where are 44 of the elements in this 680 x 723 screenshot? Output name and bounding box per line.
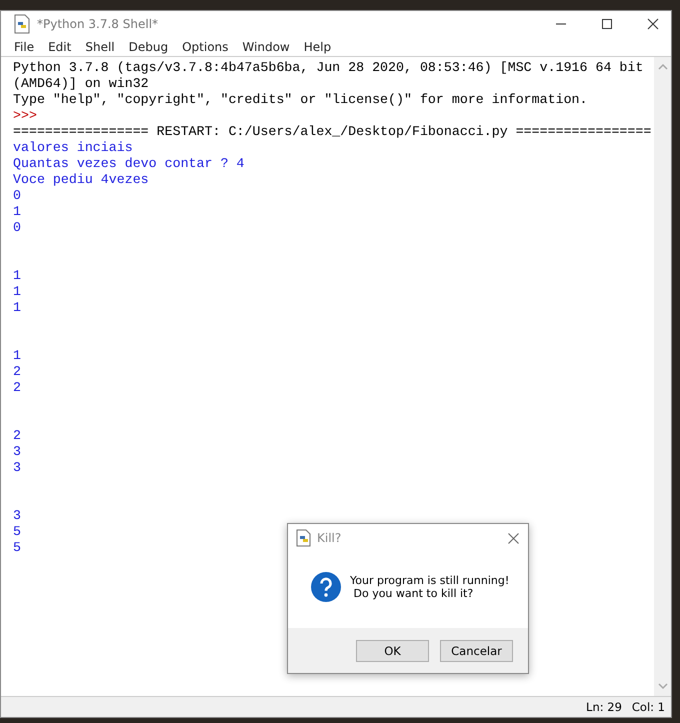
dialog-title: Kill? xyxy=(317,531,342,545)
dialog-message: Your program is still running! xyxy=(350,574,510,587)
shell-line: 1 xyxy=(13,284,21,299)
window-title: *Python 3.7.8 Shell* xyxy=(37,17,158,31)
shell-line: Quantas vezes devo contar ? 4 xyxy=(13,156,244,171)
shell-line: 2 xyxy=(13,428,21,443)
menu-item[interactable]: Options xyxy=(182,40,228,54)
shell-line: 1 xyxy=(13,348,21,363)
close-icon[interactable] xyxy=(647,18,659,30)
shell-line: 2 xyxy=(13,380,21,395)
shell-line: 5 xyxy=(13,524,21,539)
column-number: Col: 1 xyxy=(632,700,665,714)
menu-item[interactable]: File xyxy=(14,40,34,54)
shell-line: valores inciais xyxy=(13,140,133,155)
dialog-message: Do you want to kill it? xyxy=(352,587,474,600)
menu-item[interactable]: Edit xyxy=(48,40,72,54)
shell-line: 2 xyxy=(13,364,21,379)
shell-line: 1 xyxy=(13,204,21,219)
shell-line: Python 3.7.8 (tags/v3.7.8:4b47a5b6ba, Jun 28 2020, 08:53:46) [MSC v.1916 64 bit xyxy=(13,60,644,75)
shell-line: 3 xyxy=(13,444,21,459)
shell-line: 3 xyxy=(13,508,21,523)
menu-item[interactable]: Debug xyxy=(128,40,168,54)
shell-line: ================= RESTART: C:/Users/alex_/Desktop/Fibonacci.py ================= xyxy=(13,124,652,139)
maximize-icon[interactable] xyxy=(601,18,613,30)
shell-line: Voce pediu 4vezes xyxy=(13,172,149,187)
dialog-button[interactable]: OK xyxy=(356,640,429,662)
close-icon[interactable] xyxy=(508,532,519,544)
menu-item[interactable]: Window xyxy=(242,40,290,54)
shell-line: (AMD64)] on win32 xyxy=(13,76,149,91)
shell-line: 3 xyxy=(13,460,21,475)
shell-line: >>> xyxy=(13,108,37,123)
python-file-icon xyxy=(13,14,31,34)
line-number: Ln: 29 xyxy=(586,700,622,714)
menu-item[interactable]: Shell xyxy=(85,40,115,54)
shell-line: 0 xyxy=(13,220,21,235)
python-file-icon xyxy=(296,529,312,547)
shell-line: 5 xyxy=(13,540,21,555)
question-icon xyxy=(310,571,342,603)
shell-line: Type "help", "copyright", "credits" or "license()" for more information. xyxy=(13,92,588,107)
dialog-button[interactable]: Cancelar xyxy=(440,640,513,662)
shell-line: 1 xyxy=(13,268,21,283)
shell-line: 0 xyxy=(13,188,21,203)
shell-line: 1 xyxy=(13,300,21,315)
menu-item[interactable]: Help xyxy=(304,40,332,54)
